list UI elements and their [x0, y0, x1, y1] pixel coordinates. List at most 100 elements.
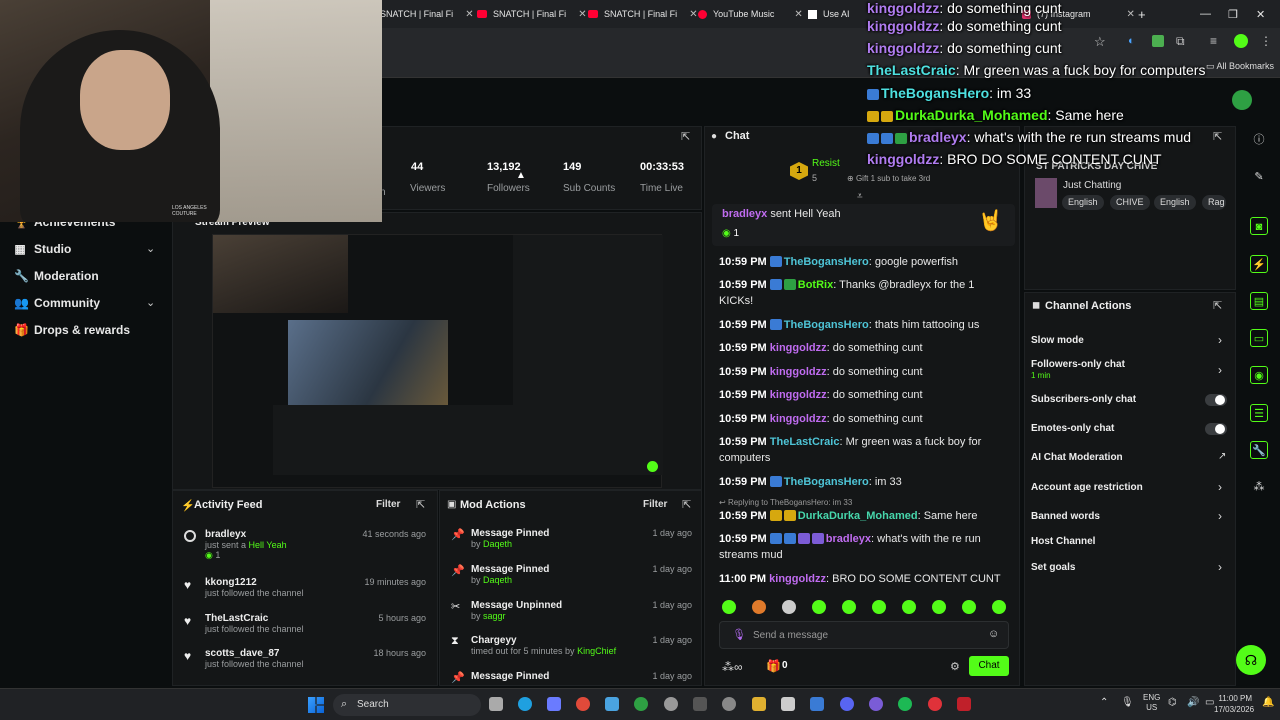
- mod-action-user[interactable]: Daqeth: [483, 575, 512, 585]
- chat-username[interactable]: bradleyx: [826, 533, 871, 545]
- followers-only-setting[interactable]: Followers-only chat: [1031, 359, 1125, 370]
- extensions-puzzle-icon[interactable]: ⧉: [1176, 34, 1185, 49]
- external-link-icon[interactable]: ↗: [1218, 451, 1226, 462]
- task-view-icon[interactable]: [489, 697, 503, 711]
- emote-icon[interactable]: [992, 600, 1006, 614]
- settings-gear-icon[interactable]: ⚙: [950, 660, 960, 673]
- browser-menu-icon[interactable]: ⋮: [1260, 34, 1272, 48]
- chat-username[interactable]: BotRix: [798, 279, 833, 291]
- close-tab-icon[interactable]: ✕: [689, 9, 697, 20]
- wrench-icon[interactable]: 🔧: [1250, 441, 1268, 459]
- notification-bell-icon[interactable]: 🔔: [1262, 697, 1274, 708]
- app-icon[interactable]: [957, 697, 971, 711]
- chat-username[interactable]: TheBogansHero: [784, 476, 869, 488]
- chevron-right-icon[interactable]: ›: [1218, 333, 1222, 347]
- clipboard-icon[interactable]: ▤: [1250, 292, 1268, 310]
- browser-tab[interactable]: SNATCH | Final Fi ✕: [380, 3, 474, 25]
- chat-send-button[interactable]: Chat: [969, 656, 1009, 676]
- all-bookmarks-button[interactable]: ▭ All Bookmarks: [1206, 61, 1274, 72]
- close-tab-icon[interactable]: ✕: [794, 9, 802, 20]
- minimize-icon[interactable]: —: [1200, 3, 1211, 25]
- app-icon[interactable]: [664, 697, 678, 711]
- ai-chat-moderation-setting[interactable]: AI Chat Moderation: [1031, 452, 1123, 463]
- emotes-only-toggle[interactable]: [1205, 423, 1227, 435]
- chat-username[interactable]: kinggoldzz: [770, 342, 827, 354]
- chat-icon[interactable]: ▭: [1250, 329, 1268, 347]
- infinity-points-icon[interactable]: ⁂∞: [722, 660, 743, 674]
- clock[interactable]: 11:00 PM 17/03/2026: [1214, 693, 1254, 715]
- emoji-icon[interactable]: ☺: [988, 628, 999, 640]
- settings-icon[interactable]: [722, 697, 736, 711]
- extension-icon[interactable]: ◐: [1128, 35, 1135, 47]
- subscribers-only-toggle[interactable]: [1205, 394, 1227, 406]
- sidebar-item-moderation[interactable]: 🔧 Moderation: [14, 269, 99, 283]
- volume-icon[interactable]: 🔊: [1187, 697, 1199, 708]
- discord-icon[interactable]: [840, 697, 854, 711]
- window-close-icon[interactable]: ✕: [1256, 3, 1265, 25]
- chat-username[interactable]: kinggoldzz: [769, 573, 826, 585]
- edit-icon[interactable]: ✎: [1250, 168, 1268, 186]
- sidebar-toggle-icon[interactable]: ≡: [1210, 34, 1217, 48]
- emote-icon[interactable]: [872, 600, 886, 614]
- close-tab-icon[interactable]: ✕: [578, 9, 586, 20]
- collapse-icon[interactable]: ⩡: [857, 191, 863, 202]
- xbox-icon[interactable]: [634, 697, 648, 711]
- popout-icon[interactable]: ⇱: [1213, 299, 1222, 312]
- host-channel-setting[interactable]: Host Channel: [1031, 536, 1095, 547]
- chevron-down-icon[interactable]: ⌄: [146, 242, 155, 255]
- extension-icon[interactable]: [1152, 35, 1164, 47]
- emote-icon[interactable]: [722, 600, 736, 614]
- browser-tab[interactable]: Use AI: [808, 3, 850, 25]
- emote-icon[interactable]: [782, 600, 796, 614]
- stream-category[interactable]: Just Chatting: [1063, 180, 1121, 191]
- network-icon[interactable]: ⌬: [1168, 697, 1177, 708]
- chat-username[interactable]: TheLastCraic: [770, 436, 840, 448]
- app-icon[interactable]: [693, 697, 707, 711]
- chat-username[interactable]: DurkaDurka_Mohamed: [798, 510, 918, 522]
- chat-username[interactable]: kinggoldzz: [770, 366, 827, 378]
- stream-tag[interactable]: Rag: [1202, 195, 1226, 210]
- stream-tag[interactable]: CHIVE: [1110, 195, 1150, 210]
- chevron-down-icon[interactable]: ⌄: [146, 296, 155, 309]
- bookmark-star-icon[interactable]: ☆: [1094, 34, 1106, 50]
- new-tab-button[interactable]: +: [1138, 3, 1146, 25]
- mod-action-user[interactable]: KingChief: [577, 646, 616, 656]
- popout-icon[interactable]: ⇱: [416, 498, 425, 511]
- language-indicator[interactable]: ENG US: [1143, 693, 1160, 713]
- popout-icon[interactable]: ⇱: [681, 130, 690, 143]
- broadcast-icon[interactable]: ◉: [1250, 366, 1268, 384]
- chat-username[interactable]: kinggoldzz: [770, 413, 827, 425]
- emote-icon[interactable]: [962, 600, 976, 614]
- chrome-icon[interactable]: [576, 697, 590, 711]
- browser-tab[interactable]: SNATCH | Final Fi ✕: [588, 3, 698, 25]
- community-icon[interactable]: ⁂: [1250, 478, 1268, 496]
- mod-filter-button[interactable]: Filter: [643, 499, 667, 510]
- activity-filter-button[interactable]: Filter: [376, 499, 400, 510]
- chat-username[interactable]: TheBogansHero: [784, 256, 869, 268]
- maximize-icon[interactable]: ❐: [1228, 3, 1238, 25]
- lightning-icon[interactable]: ⚡: [1250, 255, 1268, 273]
- taskbar-search[interactable]: ⌕ Search: [333, 694, 481, 716]
- tray-chevron-icon[interactable]: ⌃: [1100, 697, 1108, 708]
- stream-tag[interactable]: English: [1154, 195, 1196, 210]
- microphone-icon[interactable]: 🎙: [732, 628, 746, 641]
- spotify-icon[interactable]: [898, 697, 912, 711]
- leaderboard-user[interactable]: Resist: [812, 158, 840, 169]
- help-support-icon[interactable]: ☊: [1236, 645, 1266, 675]
- stream-tag[interactable]: English: [1062, 195, 1104, 210]
- popout-icon[interactable]: ⇱: [1213, 130, 1222, 143]
- category-thumbnail[interactable]: [1035, 178, 1057, 208]
- chevron-right-icon[interactable]: ›: [1218, 509, 1222, 523]
- chevron-right-icon[interactable]: ›: [1218, 480, 1222, 494]
- sidebar-item-community[interactable]: 👥 Community: [14, 296, 100, 310]
- stream-preview-video[interactable]: [212, 234, 663, 488]
- sidebar-item-studio[interactable]: ▦ Studio: [14, 242, 71, 256]
- close-tab-icon[interactable]: ✕: [1127, 9, 1135, 20]
- emote-icon[interactable]: [752, 600, 766, 614]
- close-tab-icon[interactable]: ✕: [465, 9, 473, 20]
- chat-input[interactable]: 🎙 Send a message ☺: [719, 621, 1009, 649]
- camera-icon[interactable]: ◙: [1250, 217, 1268, 235]
- mod-action-user[interactable]: saggr: [483, 611, 506, 621]
- chevron-right-icon[interactable]: ›: [1218, 560, 1222, 574]
- chevron-right-icon[interactable]: ›: [1218, 363, 1222, 377]
